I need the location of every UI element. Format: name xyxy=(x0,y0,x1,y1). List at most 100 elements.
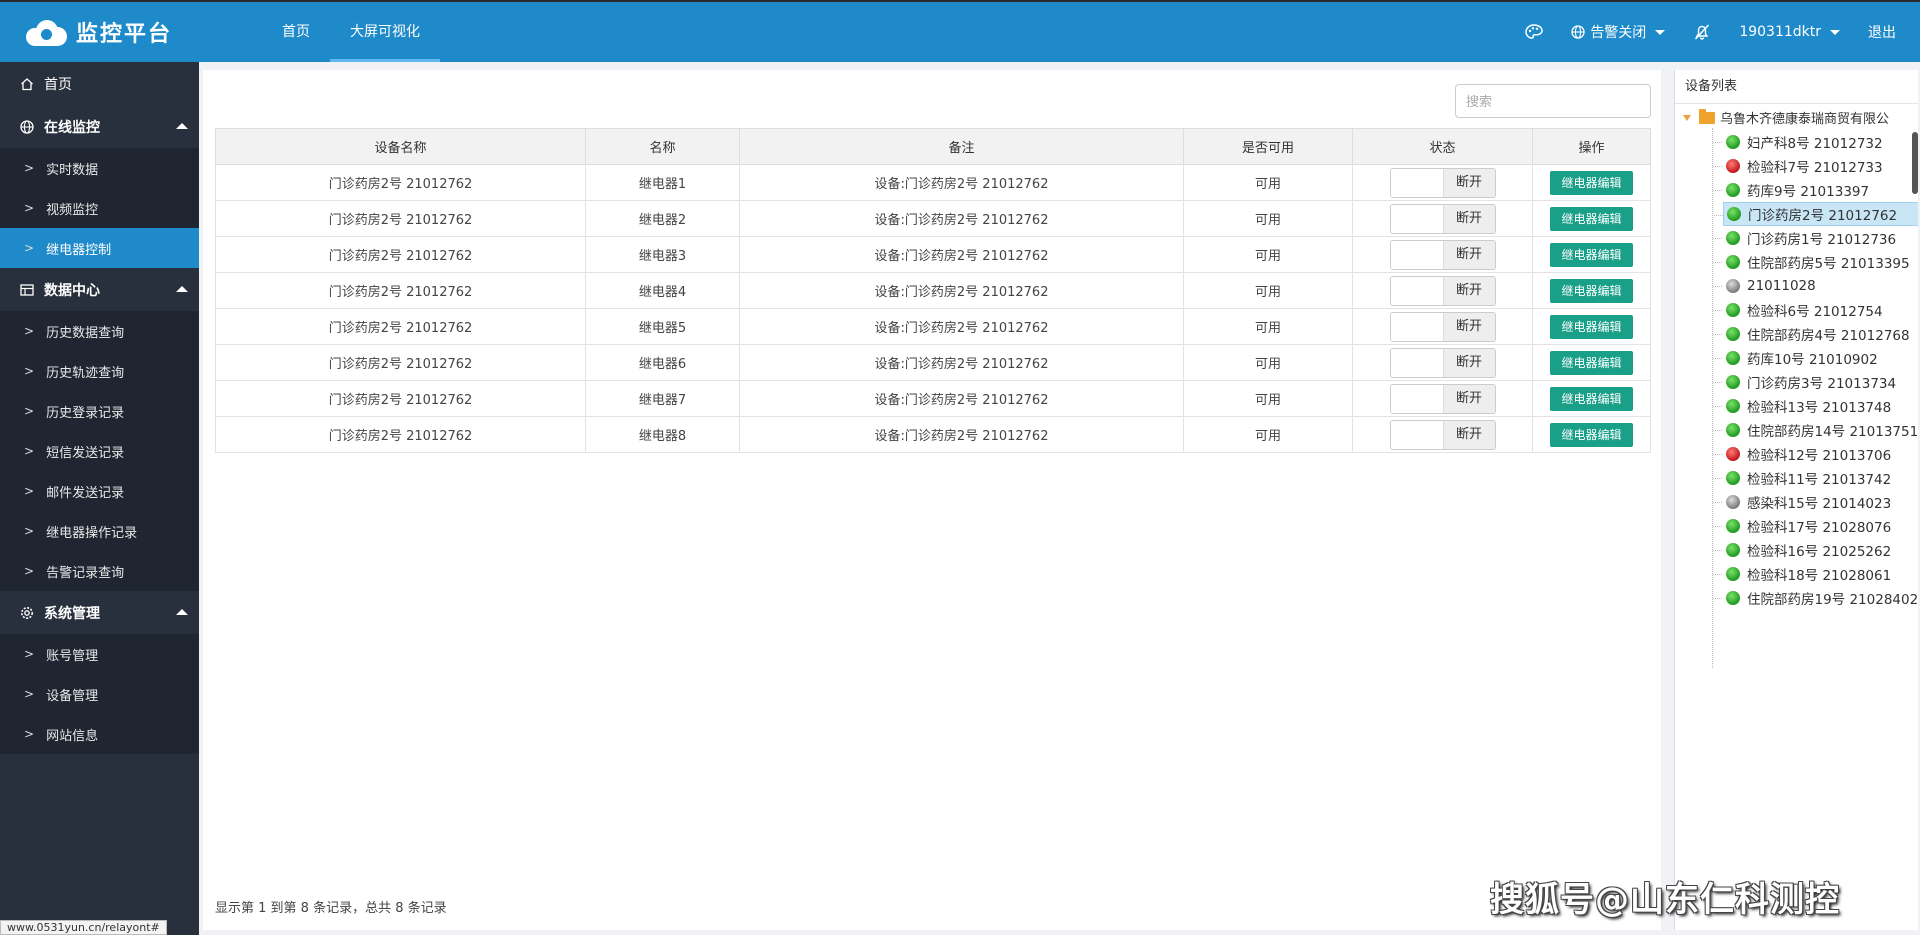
cell-device: 门诊药房2号 21012762 xyxy=(215,236,586,273)
sidebar-item-realtime-data[interactable]: > 实时数据 xyxy=(0,148,199,188)
cell-available: 可用 xyxy=(1183,416,1353,453)
column-header[interactable]: 操作 xyxy=(1532,128,1651,165)
device-tree-node[interactable]: 住院部药房4号 21012768 xyxy=(1712,322,1918,346)
relay-toggle[interactable]: 断开 xyxy=(1389,167,1496,198)
sidebar-item-label: 继电器操作记录 xyxy=(46,525,138,541)
device-tree-node[interactable]: 门诊药房3号 21013734 xyxy=(1712,370,1918,394)
device-tree-node[interactable]: 检验科11号 21013742 xyxy=(1712,466,1918,490)
device-tree-node[interactable]: 检验科16号 21025262 xyxy=(1712,538,1918,562)
status-green-icon xyxy=(1726,231,1740,245)
device-label: 检验科12号 21013706 xyxy=(1747,448,1892,464)
device-label: 检验科6号 21012754 xyxy=(1747,304,1883,320)
sidebar-item-video-monitor[interactable]: > 视频监控 xyxy=(0,188,199,228)
chevron-right-icon: > xyxy=(24,161,35,175)
relay-edit-button[interactable]: 继电器编辑 xyxy=(1550,278,1633,303)
user-dropdown[interactable]: 190311dktr xyxy=(1725,24,1854,40)
tree-root-node[interactable]: 乌鲁木齐德康泰瑞商贸有限公 xyxy=(1683,108,1889,127)
relay-toggle[interactable]: 断开 xyxy=(1389,383,1496,414)
column-header[interactable]: 名称 xyxy=(585,128,740,165)
sidebar-item-relay-control[interactable]: > 继电器控制 xyxy=(0,228,199,268)
status-green-icon xyxy=(1726,399,1740,413)
chevron-up-icon xyxy=(176,609,188,615)
device-tree-node[interactable]: 检验科6号 21012754 xyxy=(1712,298,1918,322)
sidebar-group-data-center[interactable]: 数据中心 xyxy=(0,268,199,311)
relay-toggle[interactable]: 断开 xyxy=(1389,311,1496,342)
device-label: 门诊药房1号 21012736 xyxy=(1747,232,1897,248)
device-tree-node[interactable]: 检验科17号 21028076 xyxy=(1712,514,1918,538)
device-tree-node[interactable]: 住院部药房5号 21013395 xyxy=(1712,250,1918,274)
device-tree-node[interactable]: 住院部药房14号 21013751 xyxy=(1712,418,1918,442)
device-tree-node[interactable]: 药库10号 21010902 xyxy=(1712,346,1918,370)
device-tree-node[interactable]: 21011028 xyxy=(1712,274,1918,298)
cell-action: 继电器编辑 xyxy=(1532,344,1651,381)
sidebar-item-site-info[interactable]: > 网站信息 xyxy=(0,714,199,754)
cell-state: 断开 xyxy=(1352,164,1533,201)
sidebar-group-system[interactable]: 系统管理 xyxy=(0,591,199,634)
relay-edit-button[interactable]: 继电器编辑 xyxy=(1550,314,1633,339)
relay-toggle[interactable]: 断开 xyxy=(1389,347,1496,378)
sidebar-item-email-records[interactable]: > 邮件发送记录 xyxy=(0,471,199,511)
mute-button[interactable] xyxy=(1679,23,1725,41)
device-tree-node[interactable]: 检验科18号 21028061 xyxy=(1712,562,1918,586)
palette-button[interactable] xyxy=(1511,24,1557,40)
column-header[interactable]: 是否可用 xyxy=(1183,128,1353,165)
sidebar-item-label: 设备管理 xyxy=(46,688,99,704)
sidebar-item-relay-records[interactable]: > 继电器操作记录 xyxy=(0,511,199,551)
sidebar-item-login-records[interactable]: > 历史登录记录 xyxy=(0,391,199,431)
toggle-on-side xyxy=(1390,348,1443,377)
chevron-right-icon: > xyxy=(24,524,35,538)
relay-edit-button[interactable]: 继电器编辑 xyxy=(1550,386,1633,411)
sidebar-item-home[interactable]: 首页 xyxy=(0,62,199,105)
relay-toggle[interactable]: 断开 xyxy=(1389,239,1496,270)
sidebar-group-online-monitor[interactable]: 在线监控 xyxy=(0,105,199,148)
relay-edit-button[interactable]: 继电器编辑 xyxy=(1550,350,1633,375)
device-tree-node[interactable]: 门诊药房1号 21012736 xyxy=(1712,226,1918,250)
top-header: 监控平台 首页 大屏可视化 告警关闭 190311dktr 退出 xyxy=(0,0,1920,62)
cell-state: 断开 xyxy=(1352,416,1533,453)
palette-icon xyxy=(1525,24,1544,39)
device-label: 门诊药房3号 21013734 xyxy=(1747,376,1897,392)
scrollbar-thumb[interactable] xyxy=(1912,132,1918,194)
relay-edit-button[interactable]: 继电器编辑 xyxy=(1550,170,1633,195)
sidebar-item-alarm-records[interactable]: > 告警记录查询 xyxy=(0,551,199,591)
sidebar-item-sms-records[interactable]: > 短信发送记录 xyxy=(0,431,199,471)
cell-relay-name: 继电器3 xyxy=(585,236,740,273)
column-header[interactable]: 备注 xyxy=(739,128,1184,165)
device-tree-node[interactable]: 妇产科8号 21012732 xyxy=(1712,130,1918,154)
status-green-icon xyxy=(1726,543,1740,557)
nav-big-screen[interactable]: 大屏可视化 xyxy=(330,2,440,62)
logout-link[interactable]: 退出 xyxy=(1854,22,1920,42)
sidebar-item-devices[interactable]: > 设备管理 xyxy=(0,674,199,714)
toggle-on-side xyxy=(1390,276,1443,305)
column-header[interactable]: 设备名称 xyxy=(215,128,586,165)
cell-relay-name: 继电器5 xyxy=(585,308,740,345)
relay-edit-button[interactable]: 继电器编辑 xyxy=(1550,206,1633,231)
device-tree-node[interactable]: 住院部药房19号 21028402 xyxy=(1712,586,1918,610)
logo[interactable]: 监控平台 xyxy=(26,16,172,48)
chevron-up-icon xyxy=(176,286,188,292)
expand-triangle-icon[interactable] xyxy=(1683,114,1691,121)
device-tree-node[interactable]: 药库9号 21013397 xyxy=(1712,178,1918,202)
search-input[interactable] xyxy=(1455,84,1651,118)
device-tree-node[interactable]: 门诊药房2号 21012762 xyxy=(1713,202,1918,226)
cell-available: 可用 xyxy=(1183,272,1353,309)
alarm-dropdown[interactable]: 告警关闭 xyxy=(1557,22,1679,42)
device-tree-node[interactable]: 检验科13号 21013748 xyxy=(1712,394,1918,418)
relay-toggle[interactable]: 断开 xyxy=(1389,275,1496,306)
nav-home[interactable]: 首页 xyxy=(262,2,330,62)
sidebar-item-history-track[interactable]: > 历史轨迹查询 xyxy=(0,351,199,391)
device-tree-node[interactable]: 检验科7号 21012733 xyxy=(1712,154,1918,178)
device-label: 检验科11号 21013742 xyxy=(1747,472,1892,488)
sidebar-item-accounts[interactable]: > 账号管理 xyxy=(0,634,199,674)
device-tree-node[interactable]: 检验科12号 21013706 xyxy=(1712,442,1918,466)
sidebar-item-label: 历史轨迹查询 xyxy=(46,365,125,381)
relay-toggle[interactable]: 断开 xyxy=(1389,419,1496,450)
relay-toggle[interactable]: 断开 xyxy=(1389,203,1496,234)
sidebar-item-history-data[interactable]: > 历史数据查询 xyxy=(0,311,199,351)
sidebar-item-label: 视频监控 xyxy=(46,202,99,218)
column-header[interactable]: 状态 xyxy=(1352,128,1533,165)
relay-edit-button[interactable]: 继电器编辑 xyxy=(1550,422,1633,447)
device-tree-node[interactable]: 感染科15号 21014023 xyxy=(1712,490,1918,514)
cell-available: 可用 xyxy=(1183,344,1353,381)
relay-edit-button[interactable]: 继电器编辑 xyxy=(1550,242,1633,267)
